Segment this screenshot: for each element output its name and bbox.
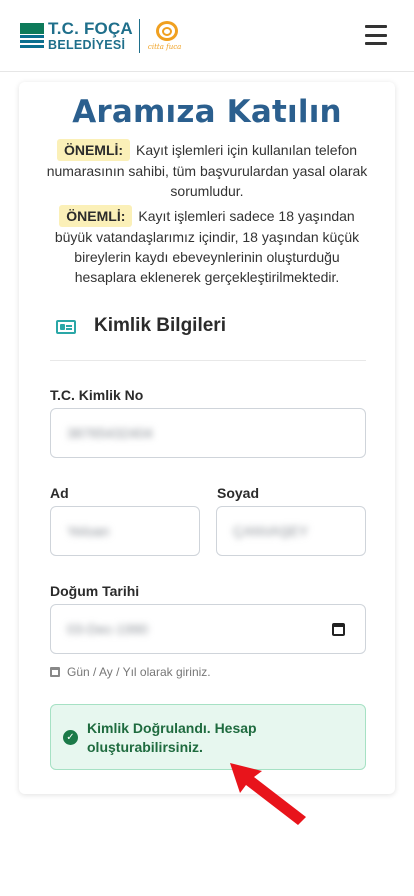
- dogum-label: Doğum Tarihi: [50, 583, 140, 599]
- notice-age-limit: ÖNEMLİ: Kayıt işlemleri sadece 18 yaşında…: [45, 205, 369, 287]
- id-card-icon: [56, 320, 76, 334]
- success-message: Kimlik Doğrulandı. Hesap oluşturabilirsi…: [87, 720, 257, 755]
- notice-phone-owner: ÖNEMLİ: Kayıt işlemleri için kullanılan t…: [45, 139, 369, 201]
- date-hint-text: Gün / Ay / Yıl olarak giriniz.: [67, 665, 211, 679]
- arrow-annotation-icon: [230, 763, 306, 825]
- soyad-input[interactable]: ÇANVAŞEY: [216, 506, 366, 556]
- calendar-icon[interactable]: [332, 623, 345, 636]
- logo-line2: BELEDİYESİ: [48, 38, 126, 53]
- important-badge: ÖNEMLİ:: [56, 139, 131, 161]
- tc-kimlik-input[interactable]: 38765432404: [50, 408, 366, 458]
- birthdate-input[interactable]: 03-Dec-1990: [50, 604, 366, 654]
- snail-logo-icon: citta fuca: [148, 19, 184, 53]
- date-hint: Gün / Ay / Yıl olarak giriniz.: [50, 665, 211, 679]
- tc-value: 38765432404: [67, 425, 153, 441]
- verification-success-alert: ✓ Kimlik Doğrulandı. Hesap oluşturabilir…: [50, 704, 366, 770]
- tc-label: T.C. Kimlik No: [50, 387, 144, 403]
- soyad-value: ÇANVAŞEY: [233, 523, 309, 539]
- logo-divider: [138, 19, 140, 53]
- section-identity: Kimlik Bilgileri: [50, 315, 366, 361]
- page-title: Aramıza Katılın: [72, 94, 342, 130]
- important-badge: ÖNEMLİ:: [59, 205, 133, 227]
- logo-text: T.C. FOÇA BELEDİYESİ: [48, 20, 133, 52]
- calendar-small-icon: [50, 667, 60, 677]
- ad-label: Ad: [50, 485, 69, 501]
- menu-icon[interactable]: [365, 25, 387, 45]
- ad-input[interactable]: Yeloan: [50, 506, 200, 556]
- soyad-label: Soyad: [217, 485, 260, 501]
- logo-line1: T.C. FOÇA: [48, 19, 133, 39]
- foca-logo[interactable]: T.C. FOÇA BELEDİYESİ citta fuca: [20, 18, 184, 54]
- check-circle-icon: ✓: [63, 730, 78, 745]
- logo-emblem-icon: [20, 21, 44, 51]
- section-title: Kimlik Bilgileri: [94, 315, 226, 336]
- ad-value: Yeloan: [67, 523, 110, 539]
- logo-tagline: citta fuca: [147, 43, 182, 51]
- birthdate-value: 03-Dec-1990: [67, 621, 148, 637]
- signup-card: Aramıza Katılın ÖNEMLİ: Kayıt işlemleri i…: [19, 82, 395, 794]
- app-header: T.C. FOÇA BELEDİYESİ citta fuca: [0, 0, 414, 72]
